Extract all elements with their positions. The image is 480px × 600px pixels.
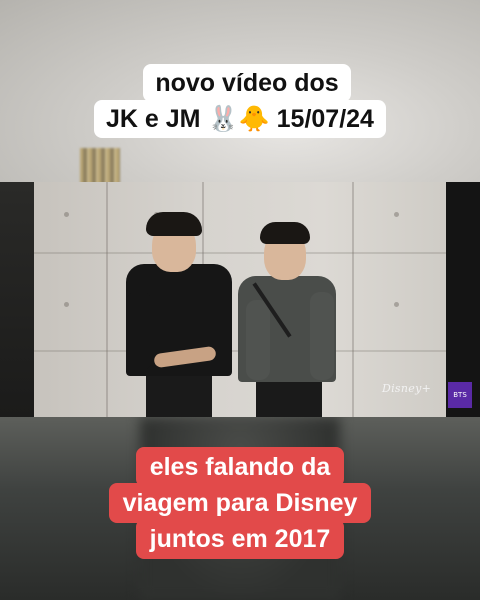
wall-tie-hole — [64, 212, 69, 217]
person-right-hair — [260, 222, 310, 244]
wall-seam — [106, 182, 108, 417]
caption-bottom-line-3: juntos em 2017 — [135, 519, 345, 559]
wall-tie-hole — [394, 302, 399, 307]
caption-bottom: eles falando da viagem para Disney junto… — [0, 447, 480, 559]
wall-seam — [34, 252, 446, 254]
person-right-arm — [310, 292, 334, 380]
caption-top: novo vídeo dos JK e JM 🐰🐥 15/07/24 — [0, 64, 480, 138]
backdrop-left-band — [0, 182, 34, 417]
wall-seam — [352, 182, 354, 417]
bts-badge: BTS — [448, 382, 472, 408]
caption-top-line-2: JK e JM 🐰🐥 15/07/24 — [94, 100, 386, 138]
caption-bottom-line-2: viagem para Disney — [108, 483, 372, 523]
disney-plus-logo: Disney+ — [382, 382, 432, 395]
person-right-arm-left — [246, 300, 270, 380]
wall-tie-hole — [64, 302, 69, 307]
video-frame[interactable]: Disney+ — [34, 182, 446, 417]
wall-tie-hole — [394, 212, 399, 217]
person-left-arm — [126, 292, 152, 370]
caption-top-line-1: novo vídeo dos — [143, 64, 351, 102]
caption-bottom-line-1: eles falando da — [135, 447, 345, 487]
person-left-hair — [146, 212, 202, 236]
